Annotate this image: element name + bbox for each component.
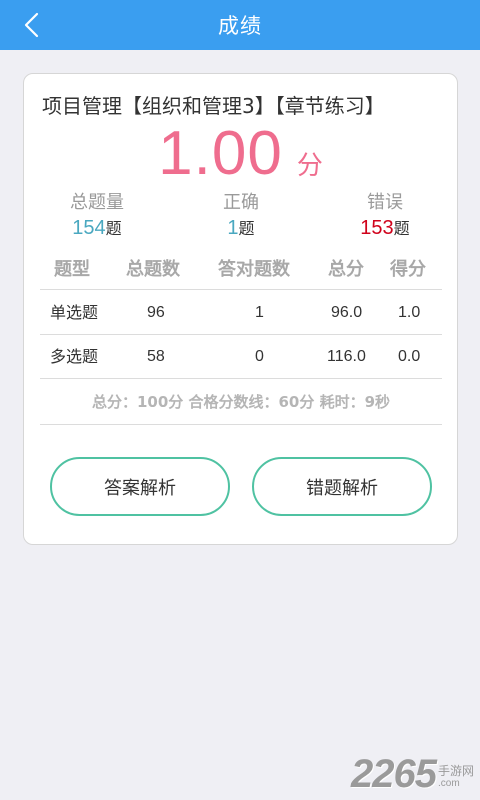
stat-wrong: 错误 153题 (330, 191, 440, 242)
answer-analysis-button[interactable]: 答案解析 (50, 457, 230, 516)
wrong-analysis-button[interactable]: 错题解析 (252, 457, 432, 516)
cell-total: 58 (147, 348, 165, 365)
cell-total: 96 (147, 304, 165, 321)
cell-type: 单选题 (50, 303, 99, 322)
watermark-cn: 手游网 (437, 764, 474, 778)
table-row: 单选题 96 1 96.0 1.0 (40, 291, 442, 335)
stat-wrong-suffix: 题 (393, 219, 410, 238)
cell-type: 多选题 (50, 347, 99, 366)
score-value: 1.00 (158, 119, 283, 188)
watermark-number: 2265 (351, 752, 437, 796)
stat-total-suffix: 题 (105, 219, 122, 238)
score-display: 1.00 分 (24, 118, 457, 189)
cell-score: 0.0 (398, 348, 421, 365)
watermark-logo: 2265 手游网 .com (351, 754, 474, 794)
score-unit: 分 (296, 151, 323, 181)
table-row: 多选题 58 0 116.0 0.0 (40, 335, 442, 379)
page-title: 成绩 (218, 14, 262, 38)
stat-correct-label: 正确 (223, 192, 259, 213)
col-header-type: 题型 (54, 259, 90, 280)
stat-correct-suffix: 题 (238, 219, 255, 238)
stat-total-value: 154 (72, 217, 106, 239)
col-header-score: 得分 (390, 259, 426, 280)
cell-correct: 0 (255, 348, 264, 365)
cell-score: 1.0 (398, 304, 421, 321)
stat-total: 总题量 154题 (42, 191, 152, 242)
cell-correct: 1 (255, 304, 264, 321)
back-button[interactable] (12, 5, 52, 45)
stat-wrong-value: 153 (360, 217, 394, 239)
watermark-en: .com (437, 778, 460, 789)
stat-total-label: 总题量 (70, 192, 124, 213)
stat-correct: 正确 1题 (186, 191, 296, 242)
col-header-total-score: 总分 (328, 259, 364, 280)
col-header-correct: 答对题数 (218, 259, 290, 280)
col-header-total: 总题数 (126, 259, 180, 280)
cell-total-score: 116.0 (327, 348, 366, 365)
summary-text: 总分：100分 合格分数线：60分 耗时：9秒 (40, 379, 442, 425)
stats-row: 总题量 154题 正确 1题 错误 153题 (24, 191, 457, 243)
exam-title: 项目管理【组织和管理3】【章节练习】 (42, 94, 385, 118)
app-header: 成绩 (0, 0, 480, 50)
table-header: 题型 总题数 答对题数 总分 得分 (40, 254, 442, 290)
stat-wrong-label: 错误 (367, 192, 403, 213)
cell-total-score: 96.0 (331, 304, 363, 321)
stat-correct-value: 1 (227, 217, 239, 239)
result-card: 项目管理【组织和管理3】【章节练习】 1.00 分 总题量 154题 正确 1题… (23, 73, 458, 545)
chevron-left-icon (24, 12, 39, 38)
